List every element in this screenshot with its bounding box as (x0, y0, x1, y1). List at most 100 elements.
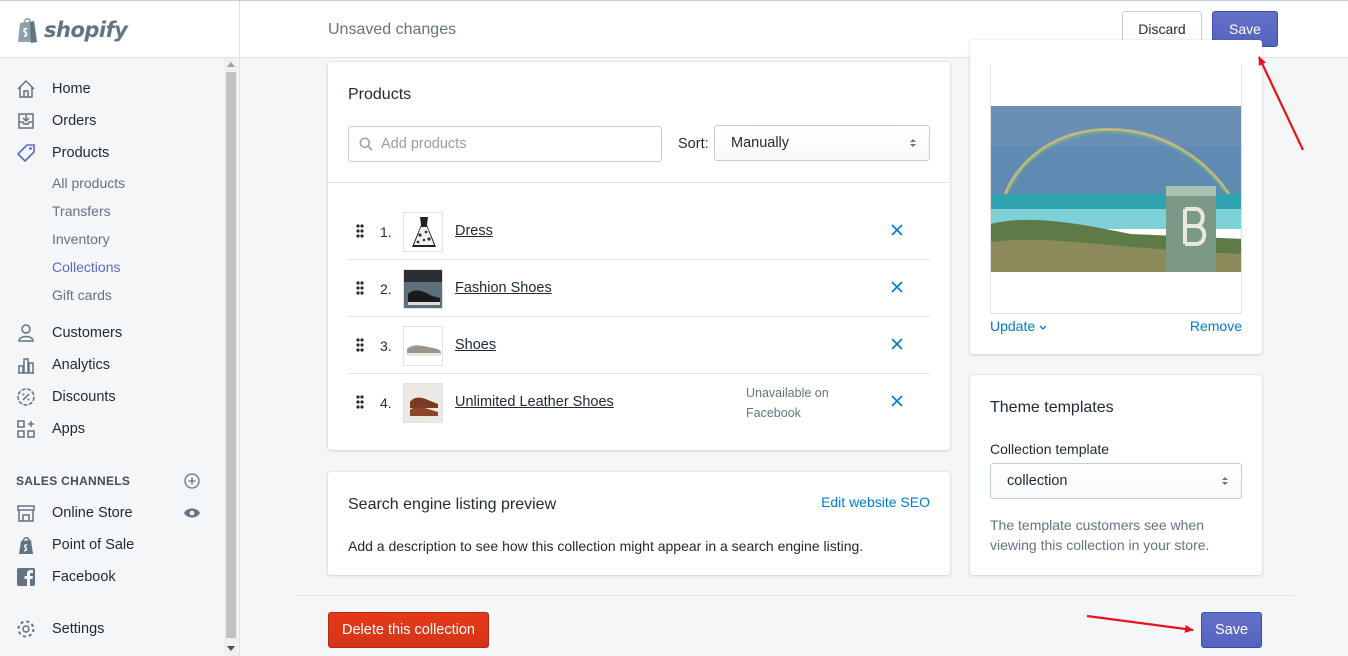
product-position: 3. (380, 338, 392, 354)
shopify-bag-icon (18, 17, 37, 43)
products-divider (328, 182, 950, 183)
template-help-text: The template customers see when viewing … (990, 517, 1210, 553)
drag-handle-icon[interactable] (356, 338, 364, 352)
select-chevron-icon (910, 139, 916, 147)
product-link-unlimited-leather-shoes[interactable]: Unlimited Leather Shoes (455, 394, 614, 410)
footer-divider (296, 595, 1294, 596)
seo-card-title: Search engine listing preview (348, 496, 557, 513)
collection-template-select[interactable]: collection (990, 463, 1242, 499)
sidebar-item-settings[interactable]: Settings (16, 618, 104, 640)
collection-image-card: Update Remove (970, 40, 1262, 354)
product-thumbnail-shoes (403, 326, 443, 366)
sidebar-sub-inventory[interactable]: Inventory (52, 231, 110, 247)
product-position: 2. (380, 281, 392, 297)
remove-product-icon[interactable] (890, 394, 904, 408)
collection-template-value: collection (1007, 473, 1068, 489)
seo-description: Add a description to see how this collec… (348, 538, 864, 554)
scroll-up-arrow-icon[interactable] (227, 62, 235, 67)
products-card-title: Products (348, 86, 412, 103)
unsaved-changes-label: Unsaved changes (328, 21, 457, 38)
collection-template-label: Collection template (990, 441, 1110, 457)
pos-icon (16, 535, 36, 555)
products-card: Products Sort: Manually 1. Dress 2. Fash… (328, 62, 950, 450)
apps-icon (16, 419, 36, 439)
sidebar-sub-all-products[interactable]: All products (52, 175, 125, 191)
remove-product-icon[interactable] (890, 337, 904, 351)
drag-handle-icon[interactable] (356, 224, 364, 238)
drag-handle-icon[interactable] (356, 281, 364, 295)
sidebar-item-apps[interactable]: Apps (16, 418, 85, 440)
drag-handle-icon[interactable] (356, 395, 364, 409)
sidebar: Home Orders Products All products Transf… (0, 58, 240, 656)
store-icon (16, 503, 36, 523)
sidebar-sub-transfers[interactable]: Transfers (52, 203, 111, 219)
product-link-shoes[interactable]: Shoes (455, 337, 496, 353)
sort-label: Sort: (678, 136, 709, 152)
sidebar-scrollbar[interactable] (224, 58, 238, 656)
logo[interactable]: shopify (0, 1, 240, 58)
product-thumbnail-fashion-shoes (403, 269, 443, 309)
update-image-link[interactable]: Update (990, 318, 1047, 334)
tag-icon (16, 143, 36, 163)
sidebar-item-label: Discounts (52, 389, 116, 405)
orders-icon (16, 111, 36, 131)
facebook-icon (16, 567, 36, 587)
analytics-icon (16, 355, 36, 375)
product-thumbnail-dress (403, 212, 443, 252)
product-row: 1. Dress (348, 203, 930, 260)
sidebar-item-label: Home (52, 81, 91, 97)
product-row: 2. Fashion Shoes (348, 260, 930, 317)
discount-icon (16, 387, 36, 407)
edit-website-seo-link[interactable]: Edit website SEO (821, 494, 930, 510)
sidebar-sub-gift-cards[interactable]: Gift cards (52, 287, 112, 303)
update-image-label: Update (990, 318, 1036, 334)
sort-select[interactable]: Manually (714, 125, 930, 161)
product-row: 3. Shoes (348, 317, 930, 374)
sidebar-item-discounts[interactable]: Discounts (16, 386, 116, 408)
logo-text: shopify (44, 17, 128, 42)
sidebar-item-orders[interactable]: Orders (16, 110, 96, 132)
sidebar-item-online-store[interactable]: Online Store (16, 502, 133, 524)
product-link-fashion-shoes[interactable]: Fashion Shoes (455, 280, 552, 296)
product-thumbnail-unlimited-leather-shoes (403, 383, 443, 423)
sidebar-item-customers[interactable]: Customers (16, 322, 122, 344)
product-position: 4. (380, 395, 392, 411)
collection-image (990, 64, 1242, 314)
home-icon (16, 79, 36, 99)
sidebar-item-label: Customers (52, 325, 123, 341)
gear-icon (16, 619, 36, 639)
add-products-input[interactable] (381, 136, 651, 152)
seo-preview-card: Search engine listing preview Edit websi… (328, 472, 950, 575)
add-products-search[interactable] (348, 126, 662, 162)
theme-templates-card: Theme templates Collection template coll… (970, 375, 1262, 575)
remove-product-icon[interactable] (890, 223, 904, 237)
sidebar-item-facebook[interactable]: Facebook (16, 566, 116, 588)
delete-collection-button[interactable]: Delete this collection (328, 612, 489, 648)
product-link-dress[interactable]: Dress (455, 223, 493, 239)
product-row: 4. Unlimited Leather Shoes Unavailable o… (348, 374, 930, 431)
view-store-eye-icon[interactable] (183, 507, 201, 519)
scroll-down-arrow-icon[interactable] (227, 646, 235, 651)
sidebar-item-label: Orders (52, 113, 97, 129)
sidebar-item-analytics[interactable]: Analytics (16, 354, 110, 376)
arrow-to-bottom-save (1086, 614, 1194, 633)
remove-product-icon[interactable] (890, 280, 904, 294)
scroll-thumb[interactable] (226, 72, 236, 638)
search-icon (359, 137, 373, 151)
save-button-bottom[interactable]: Save (1201, 612, 1262, 648)
customer-icon (16, 323, 36, 343)
sidebar-item-label: Analytics (52, 357, 111, 373)
sidebar-item-label: Facebook (52, 569, 116, 585)
sidebar-item-label: Products (52, 145, 110, 161)
sidebar-item-point-of-sale[interactable]: Point of Sale (16, 534, 134, 556)
sidebar-sub-collections[interactable]: Collections (52, 259, 120, 275)
sidebar-item-label: Apps (52, 421, 86, 437)
sidebar-item-home[interactable]: Home (16, 78, 91, 100)
remove-image-link[interactable]: Remove (1190, 318, 1242, 334)
theme-card-title: Theme templates (990, 399, 1114, 416)
add-channel-icon[interactable] (184, 473, 200, 489)
sidebar-item-products[interactable]: Products (16, 142, 109, 164)
sales-channels-header: SALES CHANNELS (16, 474, 131, 488)
sort-select-value: Manually (731, 135, 790, 151)
arrow-to-top-save (1258, 56, 1304, 151)
